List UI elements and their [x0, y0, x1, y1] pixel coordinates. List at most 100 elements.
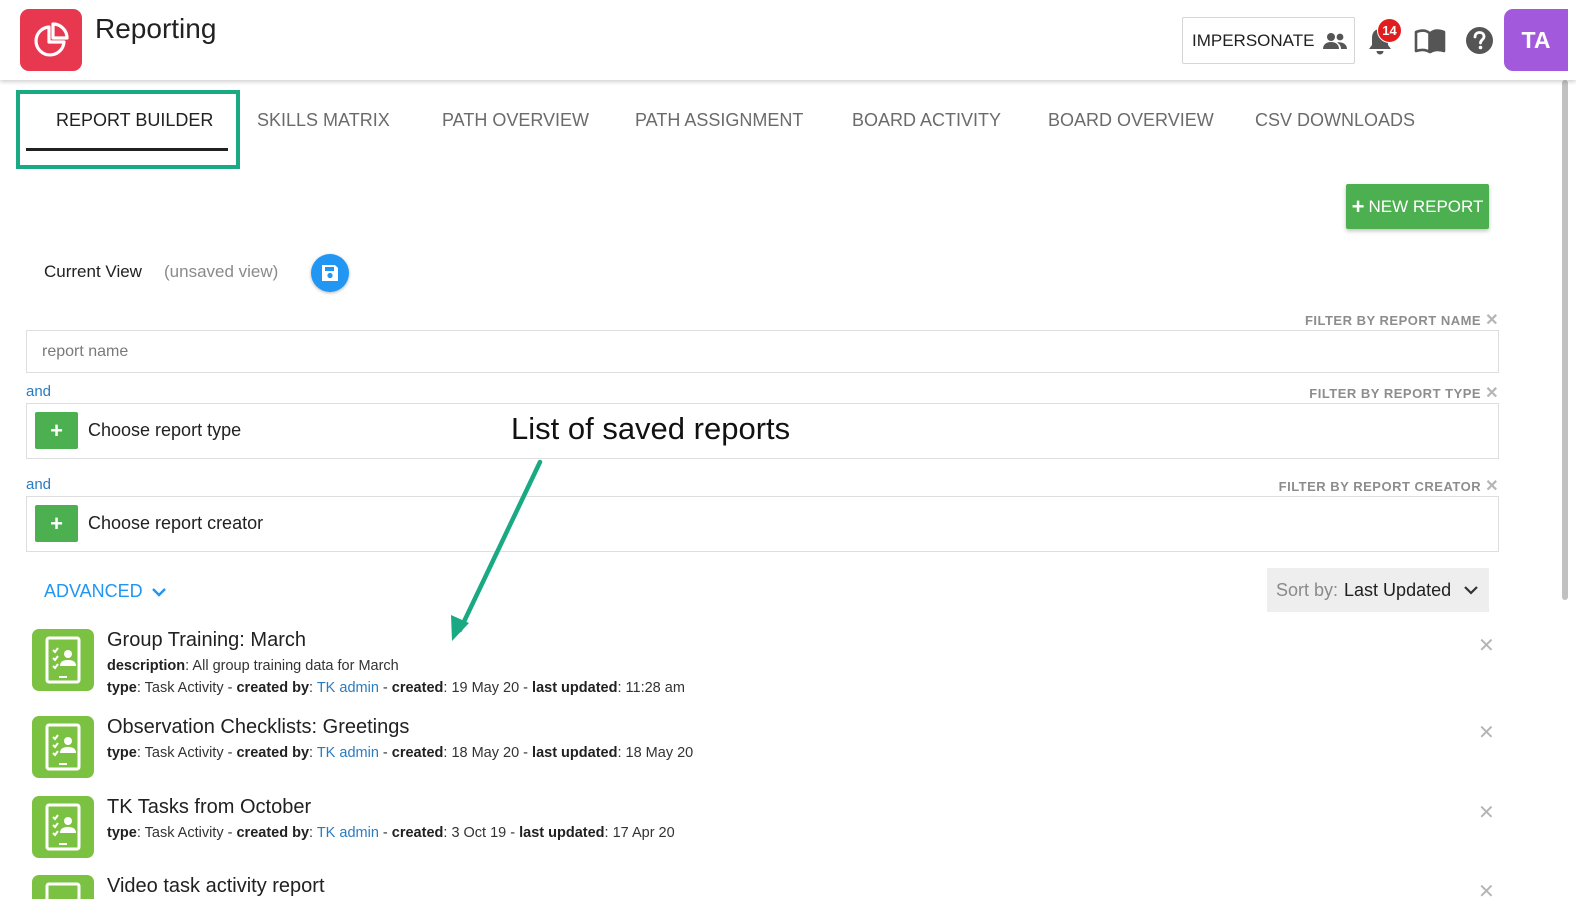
report-list-item[interactable]: TK Tasks from October type: Task Activit…	[26, 796, 1506, 858]
report-meta: type: Task Activity - created by: TK adm…	[107, 680, 685, 696]
checklist-tablet-icon	[45, 636, 81, 684]
plus-icon: +	[1351, 193, 1365, 219]
filter-creator-caption: FILTER BY REPORT CREATOR ✕	[1279, 476, 1499, 496]
type-value: Task Activity	[144, 825, 224, 841]
checklist-tablet-icon	[45, 882, 81, 899]
report-description: description: All group training data for…	[107, 658, 399, 674]
clear-creator-filter-icon[interactable]: ✕	[1485, 476, 1499, 496]
remove-report-icon[interactable]: ✕	[1478, 800, 1495, 825]
type-label: type	[107, 745, 137, 761]
created-value: 3 Oct 19	[451, 825, 507, 841]
report-title[interactable]: Group Training: March	[107, 629, 306, 652]
report-list-item[interactable]: Observation Checklists: Greetings type: …	[26, 716, 1506, 778]
report-icon	[32, 629, 94, 691]
report-title[interactable]: Observation Checklists: Greetings	[107, 716, 409, 739]
tab-path-overview[interactable]: PATH OVERVIEW	[442, 110, 589, 131]
last-updated-label: last updated	[519, 825, 605, 841]
report-icon	[32, 716, 94, 778]
save-icon	[322, 265, 338, 281]
people-icon	[1323, 32, 1348, 49]
new-report-label: NEW REPORT	[1368, 196, 1484, 216]
user-avatar[interactable]: TA	[1504, 9, 1568, 71]
help-icon[interactable]	[1465, 26, 1494, 55]
and-connector: and	[26, 383, 52, 400]
report-list-item[interactable]: Group Training: March description: All g…	[26, 629, 1506, 699]
report-name-input[interactable]	[26, 330, 1499, 373]
add-report-creator-button[interactable]: +	[35, 505, 78, 542]
remove-report-icon[interactable]: ✕	[1478, 879, 1495, 899]
book-icon[interactable]	[1414, 28, 1446, 54]
report-title[interactable]: Video task activity report	[107, 875, 325, 898]
created-by-label: created by	[236, 680, 310, 696]
checklist-tablet-icon	[45, 723, 81, 771]
remove-report-icon[interactable]: ✕	[1478, 633, 1495, 658]
last-updated-value: 11:28 am	[625, 680, 685, 696]
filter-name-caption-text: FILTER BY REPORT NAME	[1304, 312, 1482, 328]
clear-type-filter-icon[interactable]: ✕	[1485, 383, 1499, 403]
checklist-tablet-icon	[45, 803, 81, 851]
current-view-label: Current View	[44, 262, 142, 281]
description-value: All group training data for March	[192, 658, 399, 674]
filter-type-caption-text: FILTER BY REPORT TYPE	[1309, 385, 1482, 401]
annotation-label: List of saved reports	[511, 411, 791, 446]
chevron-down-icon	[151, 587, 166, 597]
report-meta: type: Task Activity - created by: TK adm…	[107, 745, 694, 761]
creator-link[interactable]: TK admin	[317, 680, 379, 696]
filter-type-caption: FILTER BY REPORT TYPE ✕	[1309, 383, 1499, 403]
created-label: created	[391, 680, 444, 696]
report-creator-placeholder[interactable]: Choose report creator	[88, 513, 263, 534]
report-list-item[interactable]: Video task activity report ✕	[26, 875, 1506, 899]
advanced-label: ADVANCED	[44, 581, 143, 601]
sort-value: Last Updated	[1344, 579, 1452, 600]
last-updated-label: last updated	[532, 680, 618, 696]
type-value: Task Activity	[144, 745, 224, 761]
impersonate-button[interactable]: IMPERSONATE	[1182, 17, 1355, 64]
page-scrollbar[interactable]	[1562, 80, 1568, 600]
type-value: Task Activity	[144, 680, 224, 696]
tab-skills-matrix[interactable]: SKILLS MATRIX	[257, 110, 390, 131]
created-label: created	[391, 825, 444, 841]
tab-board-activity[interactable]: BOARD ACTIVITY	[852, 110, 1001, 131]
filter-creator-caption-text: FILTER BY REPORT CREATOR	[1278, 478, 1482, 494]
active-tab-highlight-box	[16, 90, 240, 169]
save-view-button[interactable]	[311, 254, 349, 292]
created-label: created	[391, 745, 444, 761]
last-updated-label: last updated	[532, 745, 618, 761]
creator-link[interactable]: TK admin	[317, 745, 379, 761]
report-icon	[32, 875, 94, 899]
tab-path-assignment[interactable]: PATH ASSIGNMENT	[635, 110, 803, 131]
current-view-status: (unsaved view)	[164, 262, 279, 281]
report-creator-filter: + Choose report creator	[26, 496, 1499, 552]
created-value: 19 May 20	[451, 680, 520, 696]
advanced-toggle[interactable]: ADVANCED	[44, 581, 167, 602]
app-header: Reporting IMPERSONATE 14 TA	[0, 0, 1576, 80]
creator-link[interactable]: TK admin	[317, 825, 379, 841]
created-by-label: created by	[236, 745, 310, 761]
remove-report-icon[interactable]: ✕	[1478, 720, 1495, 745]
type-label: type	[107, 825, 137, 841]
new-report-button[interactable]: + NEW REPORT	[1346, 184, 1489, 229]
tab-csv-downloads[interactable]: CSV DOWNLOADS	[1255, 110, 1415, 131]
notification-badge: 14	[1377, 18, 1402, 43]
tab-board-overview[interactable]: BOARD OVERVIEW	[1048, 110, 1214, 131]
created-by-label: created by	[236, 825, 310, 841]
app-logo[interactable]	[20, 9, 82, 71]
report-type-placeholder[interactable]: Choose report type	[88, 420, 241, 441]
report-title[interactable]: TK Tasks from October	[107, 796, 311, 819]
type-label: type	[107, 680, 137, 696]
report-meta: type: Task Activity - created by: TK adm…	[107, 825, 675, 841]
description-label: description	[107, 658, 186, 674]
clear-name-filter-icon[interactable]: ✕	[1485, 310, 1499, 330]
filter-name-caption: FILTER BY REPORT NAME ✕	[1305, 310, 1499, 330]
annotation-arrow-icon	[451, 459, 543, 641]
created-value: 18 May 20	[451, 745, 520, 761]
sort-select[interactable]: Sort by: Last Updated	[1267, 568, 1489, 612]
app-title: Reporting	[95, 13, 217, 44]
and-connector: and	[26, 476, 52, 493]
pie-chart-icon	[34, 22, 69, 57]
last-updated-value: 17 Apr 20	[612, 825, 675, 841]
report-icon	[32, 796, 94, 858]
impersonate-label: IMPERSONATE	[1192, 30, 1315, 50]
chevron-down-icon	[1464, 586, 1478, 595]
add-report-type-button[interactable]: +	[35, 412, 78, 449]
